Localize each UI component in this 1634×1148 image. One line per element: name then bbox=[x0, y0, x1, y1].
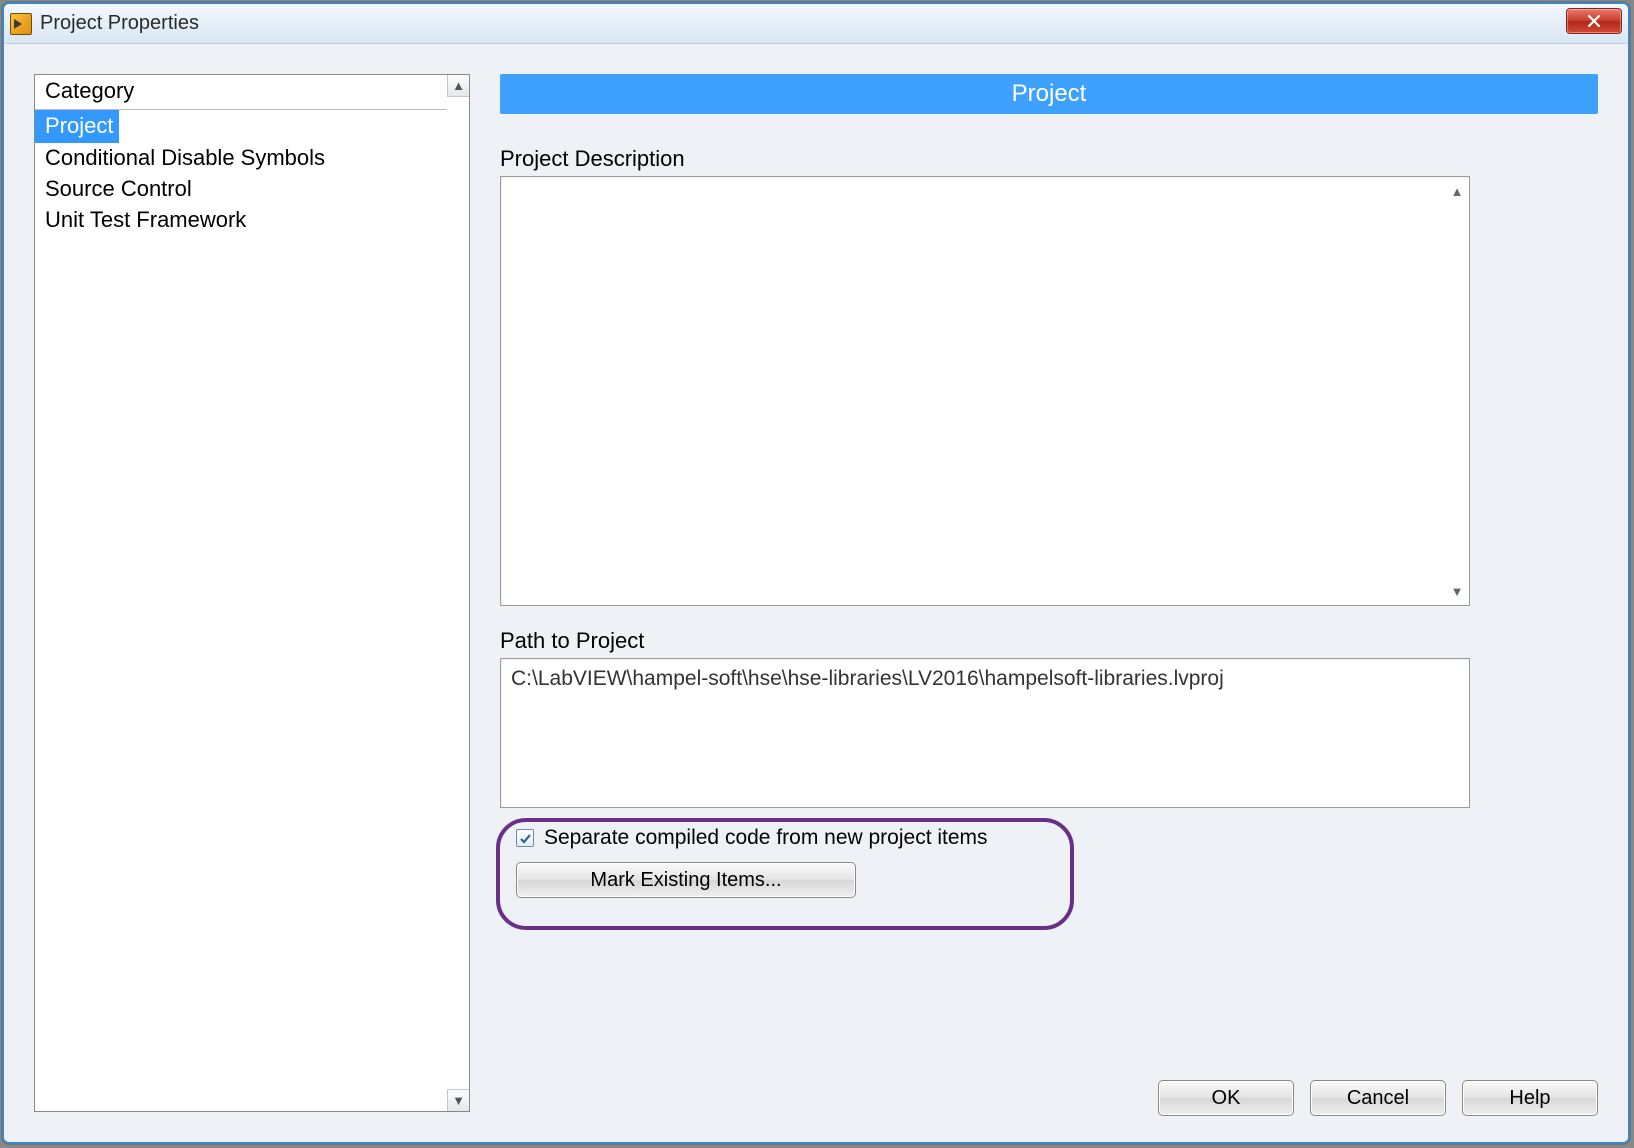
scroll-down-icon[interactable]: ▼ bbox=[447, 1089, 469, 1111]
ok-button[interactable]: OK bbox=[1158, 1080, 1294, 1116]
scroll-up-icon[interactable]: ▲ bbox=[447, 75, 469, 97]
form-area: Project Description ▲ ▼ Path to Project … bbox=[500, 114, 1598, 1112]
separate-compiled-checkbox[interactable] bbox=[516, 829, 534, 847]
project-properties-dialog: Project Properties ▲ Category Project Co… bbox=[2, 2, 1630, 1144]
dialog-buttons: OK Cancel Help bbox=[1158, 1080, 1598, 1116]
app-icon bbox=[10, 13, 32, 35]
category-panel: ▲ Category Project Conditional Disable S… bbox=[34, 74, 470, 1112]
category-item-source-control[interactable]: Source Control bbox=[35, 175, 202, 203]
category-item-conditional[interactable]: Conditional Disable Symbols bbox=[35, 144, 335, 172]
category-header: Category bbox=[35, 75, 447, 110]
check-icon bbox=[519, 832, 532, 845]
titlebar: Project Properties bbox=[4, 4, 1628, 44]
window-title: Project Properties bbox=[40, 12, 199, 35]
category-item-unit-test[interactable]: Unit Test Framework bbox=[35, 206, 256, 234]
description-textarea[interactable]: ▲ ▼ bbox=[500, 176, 1470, 606]
category-items: Project Conditional Disable Symbols Sour… bbox=[35, 110, 447, 236]
path-display: C:\LabVIEW\hampel-soft\hse\hse-libraries… bbox=[500, 658, 1470, 808]
content-pane: Project Project Description ▲ ▼ Path to … bbox=[500, 74, 1598, 1112]
separate-compiled-label: Separate compiled code from new project … bbox=[544, 826, 988, 850]
cancel-button[interactable]: Cancel bbox=[1310, 1080, 1446, 1116]
separate-compiled-row: Separate compiled code from new project … bbox=[516, 826, 1598, 850]
close-icon bbox=[1587, 14, 1601, 28]
scroll-down-icon[interactable]: ▼ bbox=[1447, 581, 1467, 601]
path-label: Path to Project bbox=[500, 628, 1598, 654]
help-button[interactable]: Help bbox=[1462, 1080, 1598, 1116]
page-title: Project bbox=[500, 74, 1598, 114]
scroll-up-icon[interactable]: ▲ bbox=[1447, 181, 1467, 201]
dialog-body: ▲ Category Project Conditional Disable S… bbox=[4, 44, 1628, 1142]
path-value: C:\LabVIEW\hampel-soft\hse\hse-libraries… bbox=[511, 667, 1224, 690]
category-list[interactable]: ▲ Category Project Conditional Disable S… bbox=[34, 74, 470, 1112]
description-label: Project Description bbox=[500, 146, 1598, 172]
mark-existing-button[interactable]: Mark Existing Items... bbox=[516, 862, 856, 898]
close-button[interactable] bbox=[1566, 8, 1622, 34]
category-item-project[interactable]: Project bbox=[35, 110, 119, 143]
